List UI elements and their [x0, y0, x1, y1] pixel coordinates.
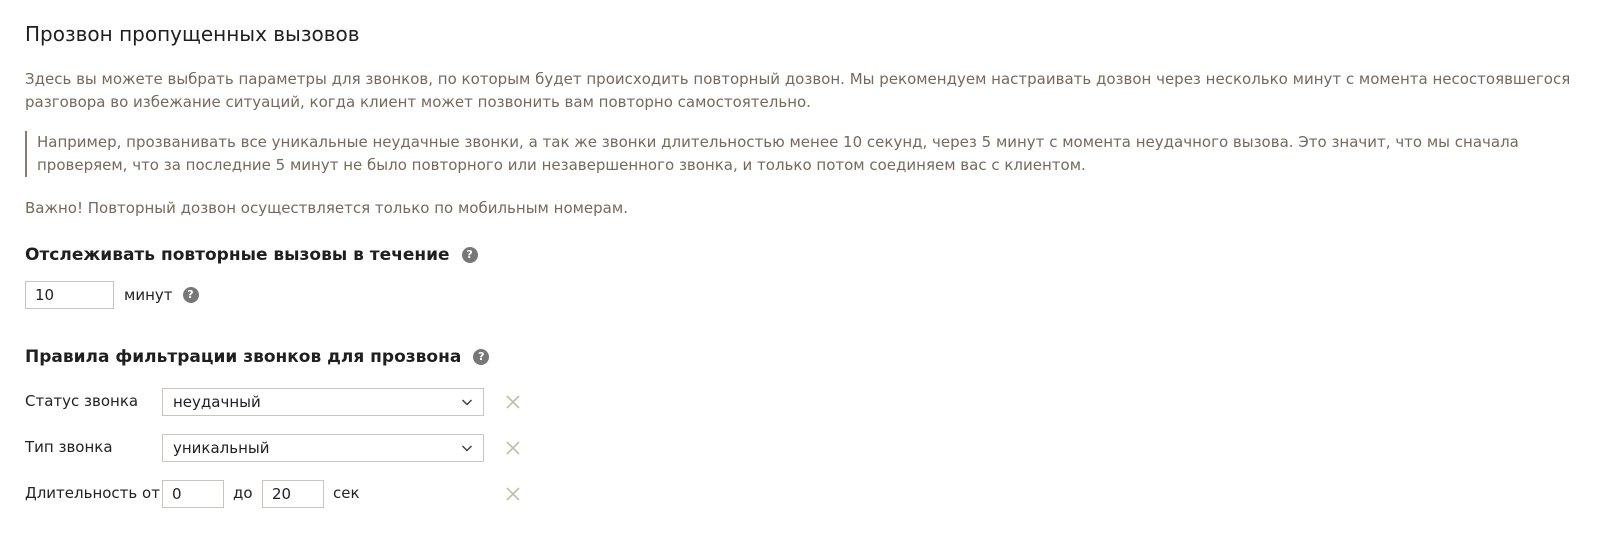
close-icon[interactable]	[505, 486, 521, 502]
important-note: Важно! Повторный дозвон осуществляется т…	[25, 199, 628, 217]
chevron-down-icon	[461, 399, 473, 406]
tracking-interval-row: минут ?	[25, 281, 199, 309]
duration-unit-label: сек	[333, 484, 360, 502]
type-select-value: уникальный	[173, 439, 270, 457]
duration-from-input[interactable]	[162, 480, 224, 508]
duration-to-input[interactable]	[262, 480, 324, 508]
question-circle-icon[interactable]: ?	[461, 247, 478, 263]
tracking-heading: Отслеживать повторные вызовы в течение ?	[25, 245, 478, 265]
status-select-value: неудачный	[173, 393, 261, 411]
duration-label: Длительность от	[25, 484, 160, 502]
chevron-down-icon	[461, 445, 473, 452]
example-quote: Например, прозванивать все уникальные не…	[25, 131, 1585, 177]
rules-heading: Правила фильтрации звонков для прозвона …	[25, 347, 490, 367]
duration-separator: до	[233, 484, 253, 502]
filter-row-duration: Длительность от до сек	[25, 480, 545, 508]
example-text: Например, прозванивать все уникальные не…	[37, 133, 1519, 174]
tracking-heading-label: Отслеживать повторные вызовы в течение	[25, 245, 450, 265]
question-circle-icon[interactable]: ?	[182, 287, 199, 303]
filter-row-status: Статус звонка неудачный	[25, 388, 545, 416]
intro-text: Здесь вы можете выбрать параметры для зв…	[25, 70, 1571, 111]
status-label: Статус звонка	[25, 392, 139, 410]
rules-heading-label: Правила фильтрации звонков для прозвона	[25, 347, 462, 367]
tracking-minutes-input[interactable]	[25, 281, 114, 309]
tracking-unit-label: минут	[124, 286, 173, 304]
type-select[interactable]: уникальный	[162, 434, 484, 462]
close-icon[interactable]	[505, 394, 521, 410]
question-circle-icon[interactable]: ?	[473, 349, 490, 365]
page-title: Прозвон пропущенных вызовов	[25, 22, 360, 46]
type-label: Тип звонка	[25, 438, 113, 456]
status-select[interactable]: неудачный	[162, 388, 484, 416]
filter-row-type: Тип звонка уникальный	[25, 434, 545, 462]
close-icon[interactable]	[505, 440, 521, 456]
